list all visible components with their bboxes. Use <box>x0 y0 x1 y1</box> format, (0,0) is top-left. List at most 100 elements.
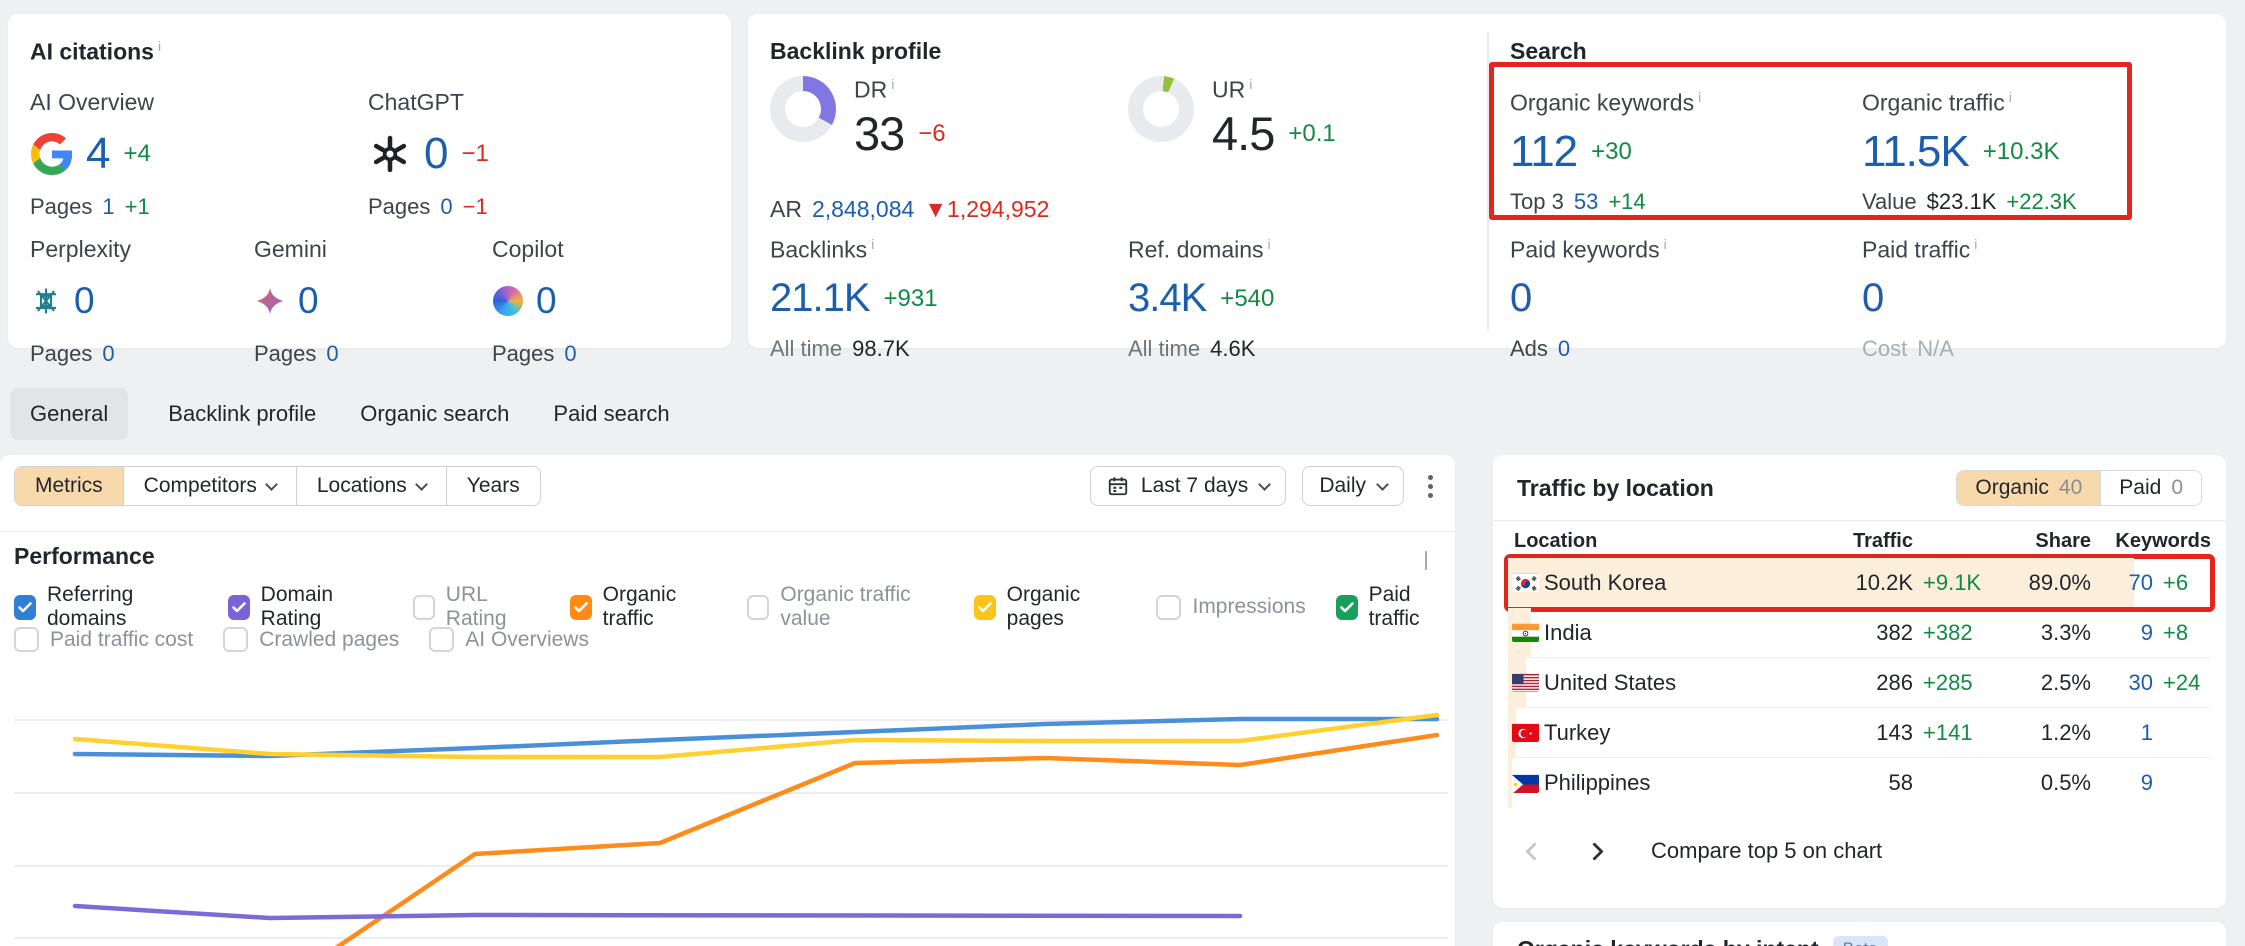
ai-overview-value: 4 <box>86 129 109 179</box>
backlinks-block: Backlinksi 21.1K +931 All time98.7K <box>770 236 938 362</box>
organic-keywords-value[interactable]: 112 <box>1510 127 1577 177</box>
segment-competitors[interactable]: Competitors <box>124 467 297 505</box>
google-icon <box>30 132 74 176</box>
gemini-label: Gemini <box>254 236 339 263</box>
ar-row: AR 2,848,084 ▼1,294,952 <box>770 196 1049 223</box>
info-icon[interactable]: i <box>891 76 894 92</box>
granularity-dropdown[interactable]: Daily <box>1302 466 1404 506</box>
keywords-value[interactable]: 30 <box>2091 670 2153 696</box>
dr-delta: −6 <box>918 120 945 148</box>
organic-keywords-delta: +30 <box>1591 138 1632 166</box>
paid-keywords-block: Paid keywordsi 0 Ads 0 <box>1510 236 1667 362</box>
segment-years[interactable]: Years <box>447 467 540 505</box>
gemini-icon <box>254 285 286 317</box>
keywords-value[interactable]: 1 <box>2091 720 2153 746</box>
calendar-icon <box>1107 475 1129 497</box>
paid-traffic-block: Paid traffici 0 Cost N/A <box>1862 236 1977 362</box>
date-range-dropdown[interactable]: Last 7 days <box>1090 466 1286 506</box>
location-table-header: Location Traffic Share Keywords <box>1508 524 2211 558</box>
next-page-button[interactable] <box>1577 834 1611 868</box>
chevron-down-icon <box>1258 478 1271 491</box>
checkbox-referring-domains[interactable]: Referring domains <box>14 583 198 631</box>
ref-domains-value[interactable]: 3.4K <box>1128 276 1206 321</box>
chatgpt-value: 0 <box>424 129 447 179</box>
chatgpt-label: ChatGPT <box>368 89 489 116</box>
checkbox-organic-traffic-value[interactable]: Organic traffic value <box>747 583 944 631</box>
info-icon[interactable]: i <box>2009 89 2012 105</box>
toggle-organic[interactable]: Organic40 <box>1957 471 2100 505</box>
location-row-south-korea[interactable]: South Korea 10.2K +9.1K 89.0% 70 +6 <box>1508 558 2211 608</box>
toggle-paid[interactable]: Paid0 <box>2100 471 2201 505</box>
copilot-icon <box>492 285 524 317</box>
traffic-delta: +141 <box>1913 720 1999 746</box>
report-tabbar: General Backlink profile Organic search … <box>10 388 674 440</box>
chevron-up-icon <box>1425 551 1427 570</box>
checkbox-domain-rating[interactable]: Domain Rating <box>228 583 383 631</box>
info-icon[interactable]: i <box>158 38 161 54</box>
checkbox-organic-pages[interactable]: Organic pages <box>974 583 1127 631</box>
paid-traffic-value: 0 <box>1862 276 1883 321</box>
keywords-value[interactable]: 9 <box>2091 620 2153 646</box>
traffic-delta: +285 <box>1913 670 1999 696</box>
location-row-philippines[interactable]: Philippines 58 0.5% 9 <box>1508 758 2211 808</box>
keywords-value[interactable]: 70 <box>2091 570 2153 596</box>
segment-locations[interactable]: Locations <box>297 467 447 505</box>
info-icon[interactable]: i <box>1268 236 1271 252</box>
dr-block: DRi 33 −6 <box>854 76 946 160</box>
tab-general[interactable]: General <box>10 388 128 440</box>
organic-keywords-block: Organic keywordsi 112 +30 Top 3 53 +14 <box>1510 89 1701 215</box>
traffic-by-location-card: Traffic by location Organic40 Paid0 Loca… <box>1493 455 2226 908</box>
intent-card-title: Organic keywords by intent <box>1517 936 1819 946</box>
tab-backlink-profile[interactable]: Backlink profile <box>164 388 320 440</box>
checkbox-impressions[interactable]: Impressions <box>1156 595 1305 620</box>
ref-domains-block: Ref. domainsi 3.4K +540 All time4.6K <box>1128 236 1274 362</box>
info-icon[interactable]: i <box>871 236 874 252</box>
share-value: 2.5% <box>1999 670 2091 696</box>
checkbox-box <box>747 595 769 620</box>
copilot-value: 0 <box>536 280 556 322</box>
checkbox-crawled-pages[interactable]: Crawled pages <box>223 627 399 652</box>
info-icon[interactable]: i <box>1249 76 1252 92</box>
checkbox-organic-traffic[interactable]: Organic traffic <box>570 583 717 631</box>
checkbox-box <box>1336 595 1358 620</box>
info-icon[interactable]: i <box>1698 89 1701 105</box>
checkbox-label: AI Overviews <box>465 628 589 652</box>
ar-value[interactable]: 2,848,084 <box>812 196 914 223</box>
checkbox-ai-overviews[interactable]: AI Overviews <box>429 627 589 652</box>
info-icon[interactable]: i <box>1974 236 1977 252</box>
dr-value: 33 <box>854 106 904 161</box>
segment-metrics[interactable]: Metrics <box>15 467 124 505</box>
ur-value: 4.5 <box>1212 106 1274 161</box>
checkbox-label: Impressions <box>1192 595 1305 619</box>
checkbox-box <box>413 595 435 620</box>
location-name: India <box>1544 620 1809 646</box>
location-row-turkey[interactable]: Turkey 143 +141 1.2% 1 <box>1508 708 2211 758</box>
checkbox-label: Paid traffic <box>1369 583 1455 631</box>
checkbox-url-rating[interactable]: URL Rating <box>413 583 540 631</box>
backlinks-value[interactable]: 21.1K <box>770 276 870 321</box>
location-row-united-states[interactable]: United States 286 +285 2.5% 30 +24 <box>1508 658 2211 708</box>
checkbox-box <box>974 595 996 620</box>
organic-keywords-by-intent-card: Organic keywords by intent Beta <box>1493 922 2226 946</box>
flag-turkey-icon <box>1512 723 1539 742</box>
checkbox-label: URL Rating <box>446 583 540 631</box>
organic-traffic-value[interactable]: 11.5K <box>1862 127 1969 177</box>
compare-top5-link[interactable]: Compare top 5 on chart <box>1651 838 1882 864</box>
keywords-value[interactable]: 9 <box>2091 770 2153 796</box>
more-options-button[interactable] <box>1420 467 1441 506</box>
traffic-value: 382 <box>1809 620 1913 646</box>
checkbox-paid-traffic-cost[interactable]: Paid traffic cost <box>14 627 193 652</box>
chevron-right-icon <box>1585 842 1603 860</box>
report-segmented-control: Metrics Competitors Locations Years <box>14 466 541 506</box>
checkbox-paid-traffic[interactable]: Paid traffic <box>1336 583 1455 631</box>
dashboard-screen: AI citationsi AI Overview 4 +4 Pages 1 +… <box>0 0 2245 946</box>
collapse-section-button[interactable] <box>1425 551 1427 569</box>
divider <box>1493 520 2226 521</box>
info-icon[interactable]: i <box>1664 236 1667 252</box>
prev-page-button[interactable] <box>1517 834 1551 868</box>
location-row-india[interactable]: India 382 +382 3.3% 9 +8 <box>1508 608 2211 658</box>
tab-organic-search[interactable]: Organic search <box>356 388 513 440</box>
perplexity-icon <box>30 285 62 317</box>
tab-paid-search[interactable]: Paid search <box>549 388 673 440</box>
checkbox-label: Referring domains <box>47 583 198 631</box>
